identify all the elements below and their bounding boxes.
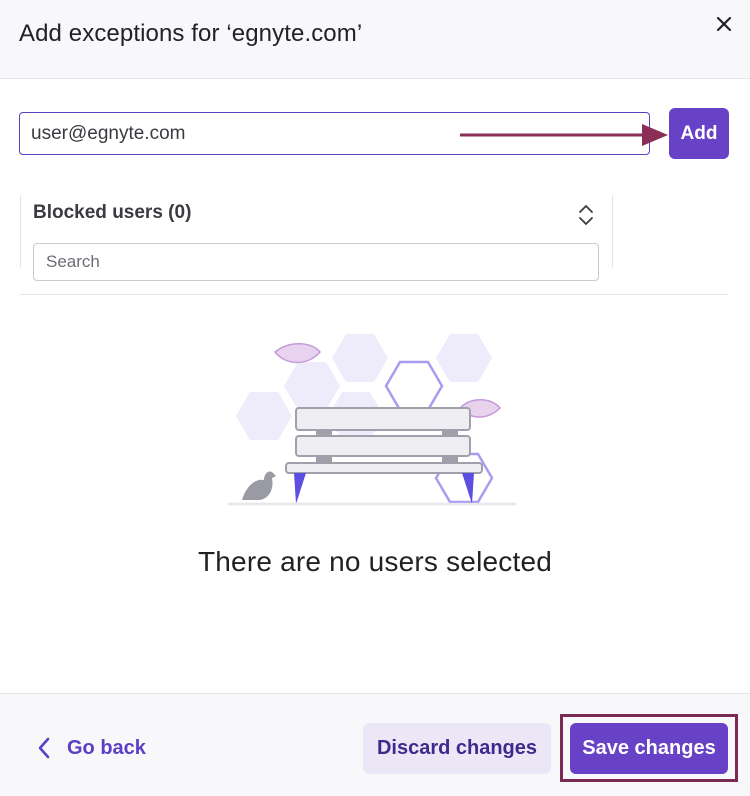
go-back-link[interactable]: Go back — [36, 736, 146, 760]
divider — [20, 294, 728, 295]
sort-chevrons-icon[interactable] — [576, 203, 596, 227]
add-button[interactable]: Add — [669, 108, 729, 159]
blocked-users-title: Blocked users (0) — [33, 202, 192, 223]
empty-state-message: There are no users selected — [197, 546, 553, 577]
search-input[interactable] — [33, 243, 599, 281]
bench-with-bird-illustration — [228, 334, 516, 506]
save-changes-button[interactable]: Save changes — [570, 723, 728, 774]
dialog-title: Add exceptions for ‘egnyte.com’ — [19, 20, 363, 47]
email-input[interactable] — [19, 112, 650, 155]
close-icon[interactable] — [712, 12, 736, 36]
dialog-header: Add exceptions for ‘egnyte.com’ — [0, 0, 750, 79]
discard-changes-button[interactable]: Discard changes — [363, 723, 551, 774]
go-back-label: Go back — [67, 736, 146, 759]
chevron-left-icon — [38, 737, 50, 759]
